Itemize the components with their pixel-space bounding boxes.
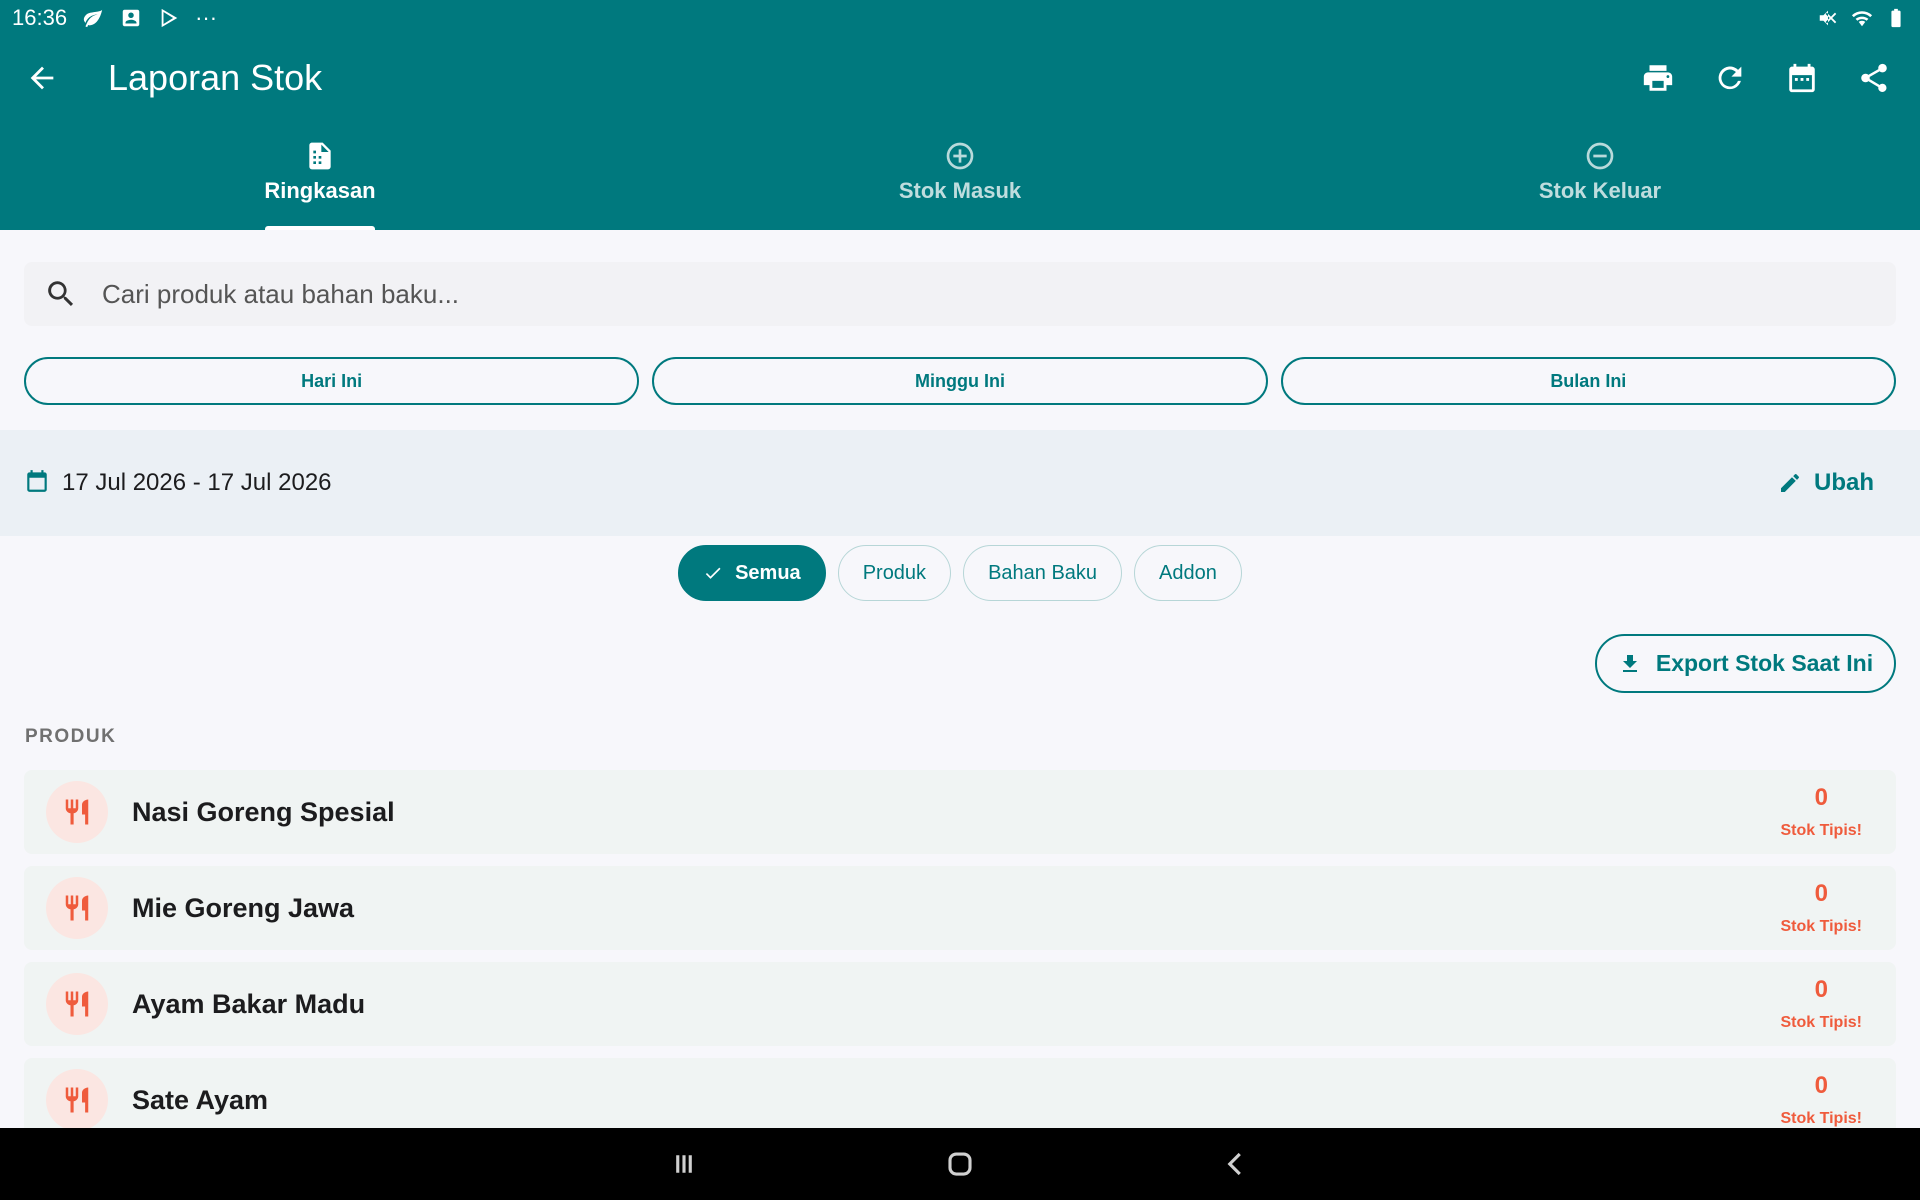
wifi-icon (1850, 6, 1874, 30)
status-bar: 16:36 ··· (0, 0, 1920, 36)
tab-ringkasan[interactable]: Ringkasan (0, 128, 640, 230)
chip-semua[interactable]: Semua (678, 545, 826, 601)
recents-icon (676, 1155, 692, 1173)
print-button[interactable] (1622, 42, 1694, 114)
edit-date-button[interactable]: Ubah (1778, 469, 1874, 497)
avatar (46, 1069, 108, 1131)
avatar (46, 877, 108, 939)
document-icon (309, 142, 331, 170)
list-item[interactable]: Mie Goreng Jawa 0 Stok Tipis! (24, 866, 1896, 950)
arrow-back-icon (30, 66, 54, 90)
stock-status: Stok Tipis! (1780, 1014, 1863, 1031)
stock-quantity: 0 (1814, 880, 1828, 907)
stock-status: Stok Tipis! (1780, 822, 1863, 839)
section-heading: PRODUK (25, 726, 117, 747)
period-filter: Hari Ini Minggu Ini Bulan Ini (24, 357, 1896, 405)
calendar-icon (1789, 63, 1815, 93)
home-button[interactable] (932, 1136, 988, 1192)
app-bar: 16:36 ··· Laporan Stok Ringkasan Stok Ma… (0, 0, 1920, 230)
avatar (46, 781, 108, 843)
search-icon (48, 281, 74, 307)
export-stock-button[interactable]: Export Stok Saat Ini (1595, 634, 1896, 693)
stock-quantity: 0 (1814, 976, 1828, 1003)
toolbar: Laporan Stok (0, 36, 1920, 120)
chip-addon[interactable]: Addon (1134, 545, 1242, 601)
pencil-icon (1781, 474, 1799, 492)
plus-circle-icon (946, 142, 974, 170)
search-input[interactable] (102, 278, 1802, 310)
share-icon (1861, 63, 1887, 93)
product-name: Sate Ayam (132, 1084, 269, 1115)
list-item[interactable]: Ayam Bakar Madu 0 Stok Tipis! (24, 962, 1896, 1046)
utensils-icon (65, 1087, 89, 1113)
edit-date-label: Ubah (1814, 469, 1874, 496)
tab-label: Stok Keluar (1538, 178, 1662, 203)
tab-stok-keluar[interactable]: Stok Keluar (1280, 128, 1920, 230)
period-month-button[interactable]: Bulan Ini (1280, 357, 1896, 405)
period-today-button[interactable]: Hari Ini (24, 357, 640, 405)
product-name: Ayam Bakar Madu (132, 988, 366, 1019)
refresh-button[interactable] (1694, 42, 1766, 114)
mute-icon (1816, 6, 1840, 30)
calendar-icon (24, 468, 50, 499)
date-range-bar: 17 Jul 2026 - 17 Jul 2026 Ubah (0, 430, 1920, 536)
check-icon (705, 567, 721, 579)
page-title: Laporan Stok (108, 57, 323, 98)
stock-quantity: 0 (1814, 1072, 1828, 1099)
avatar (46, 973, 108, 1035)
store-icon (119, 6, 143, 30)
chip-label: Produk (862, 561, 927, 584)
date-range-text: 17 Jul 2026 - 17 Jul 2026 (62, 469, 332, 496)
product-name: Nasi Goreng Spesial (132, 796, 395, 827)
utensils-icon (65, 799, 89, 825)
chevron-left-icon (1227, 1152, 1241, 1176)
search-bar (24, 262, 1896, 326)
system-back-button[interactable] (1208, 1136, 1264, 1192)
period-week-button[interactable]: Minggu Ini (652, 357, 1268, 405)
refresh-icon (1718, 66, 1742, 90)
tab-stok-masuk[interactable]: Stok Masuk (640, 128, 1280, 230)
tab-bar: Ringkasan Stok Masuk Stok Keluar (0, 128, 1920, 230)
print-icon (1643, 65, 1673, 91)
utensils-icon (65, 895, 89, 921)
chip-produk[interactable]: Produk (837, 545, 952, 601)
export-label: Export Stok Saat Ini (1655, 650, 1874, 676)
status-time: 16:36 (12, 5, 68, 30)
stock-quantity: 0 (1814, 784, 1828, 811)
status-overflow: ··· (195, 5, 218, 30)
chip-label: Semua (735, 561, 801, 584)
chip-label: Bahan Baku (988, 561, 1098, 584)
download-icon (1622, 654, 1637, 672)
tab-label: Ringkasan (264, 178, 376, 203)
list-item[interactable]: Nasi Goreng Spesial 0 Stok Tipis! (24, 770, 1896, 854)
home-icon (948, 1152, 972, 1176)
system-nav-bar (0, 1128, 1920, 1200)
chip-bahan-baku[interactable]: Bahan Baku (963, 545, 1123, 601)
minus-circle-icon (1586, 142, 1614, 170)
calendar-button[interactable] (1766, 42, 1838, 114)
product-list: Nasi Goreng Spesial 0 Stok Tipis! Mie Go… (24, 770, 1896, 1154)
chip-label: Addon (1159, 561, 1217, 584)
share-button[interactable] (1838, 42, 1910, 114)
tab-label: Stok Masuk (898, 178, 1022, 203)
stock-status: Stok Tipis! (1780, 1110, 1863, 1127)
category-filter: Semua Produk Bahan Baku Addon (0, 545, 1920, 601)
recents-button[interactable] (656, 1136, 712, 1192)
stock-status: Stok Tipis! (1780, 918, 1863, 935)
back-button[interactable] (0, 36, 84, 120)
leaf-icon (81, 6, 105, 30)
utensils-icon (65, 991, 89, 1017)
product-name: Mie Goreng Jawa (132, 892, 355, 923)
battery-icon (1884, 6, 1908, 30)
play-store-icon (157, 6, 181, 30)
